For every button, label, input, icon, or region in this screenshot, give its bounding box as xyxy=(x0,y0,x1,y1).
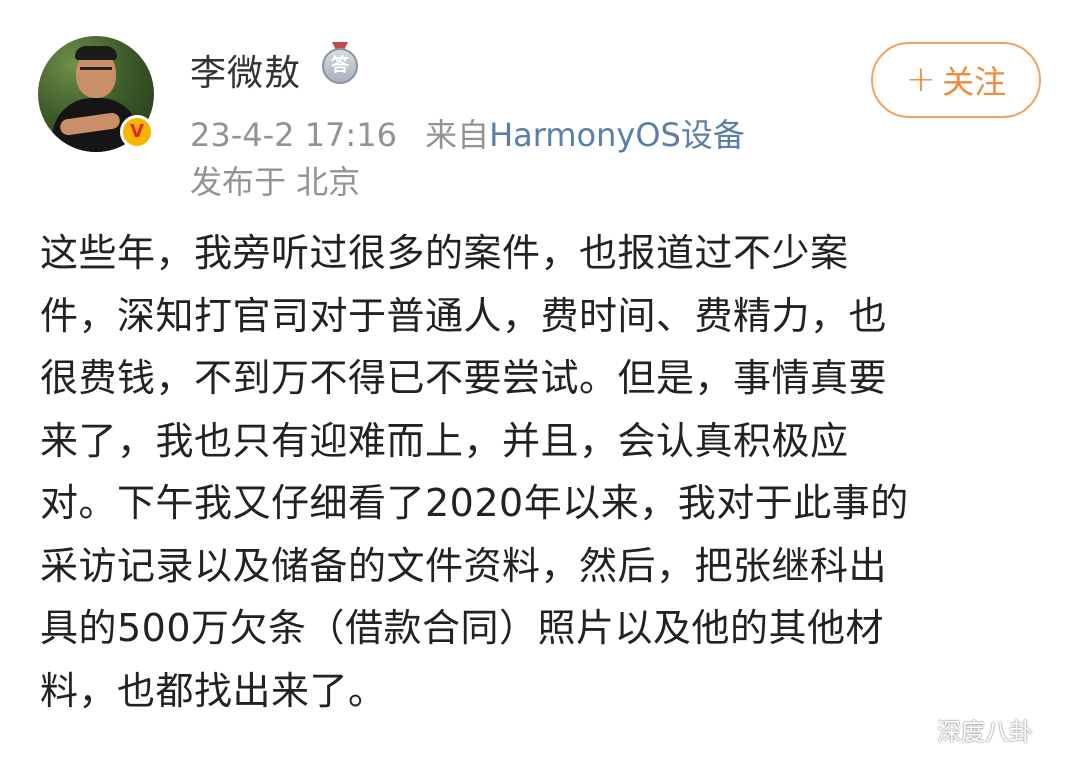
follow-button[interactable]: + 关注 xyxy=(871,42,1041,118)
watermark: 深度八卦 xyxy=(893,712,1033,747)
verified-badge-icon: V xyxy=(120,115,154,149)
plus-icon: + xyxy=(905,59,937,100)
content-line: 这些年，我旁听过很多的案件，也报道过不少案 xyxy=(40,231,849,275)
post-location: 发布于 北京 xyxy=(190,163,361,201)
content-line: 件，深知打官司对于普通人，费时间、费精力，也 xyxy=(40,293,888,338)
content-line: 很费钱，不到万不得已不要尝试。但是，事情真要 xyxy=(40,356,888,400)
follow-button-label: 关注 xyxy=(942,63,1007,101)
wechat-icon xyxy=(893,715,931,745)
content-line: 料，也都找出来了。 xyxy=(40,668,387,713)
weibo-post: V 李微敖 答 23-4-2 17:16 来自HarmonyOS设备 发布于 北… xyxy=(0,0,1080,777)
content-line: 具的500万欠条（借款合同）照片以及他的其他材 xyxy=(40,606,885,650)
avatar-glasses-shape xyxy=(80,67,112,78)
source-link[interactable]: HarmonyOS设备 xyxy=(489,116,745,154)
watermark-text: 深度八卦 xyxy=(937,718,1033,746)
post-content: 这些年，我旁听过很多的案件，也报道过不少案 件，深知打官司对于普通人，费时间、费… xyxy=(40,222,1035,722)
content-line: 对。下午我又仔细看了2020年以来，我对于此事的 xyxy=(40,481,909,525)
username[interactable]: 李微敖 xyxy=(190,44,301,96)
content-line: 来了，我也只有迎难而上，并且，会认真积极应 xyxy=(40,418,849,463)
post-timestamp: 23-4-2 17:16 xyxy=(190,116,397,154)
avatar-hair-shape xyxy=(75,46,117,60)
content-line: 采访记录以及储备的文件资料，然后，把张继科出 xyxy=(40,543,888,588)
source-prefix: 来自 xyxy=(425,116,490,154)
post-meta: 23-4-2 17:16 来自HarmonyOS设备 xyxy=(190,110,745,156)
medal-icon[interactable]: 答 xyxy=(322,48,358,84)
